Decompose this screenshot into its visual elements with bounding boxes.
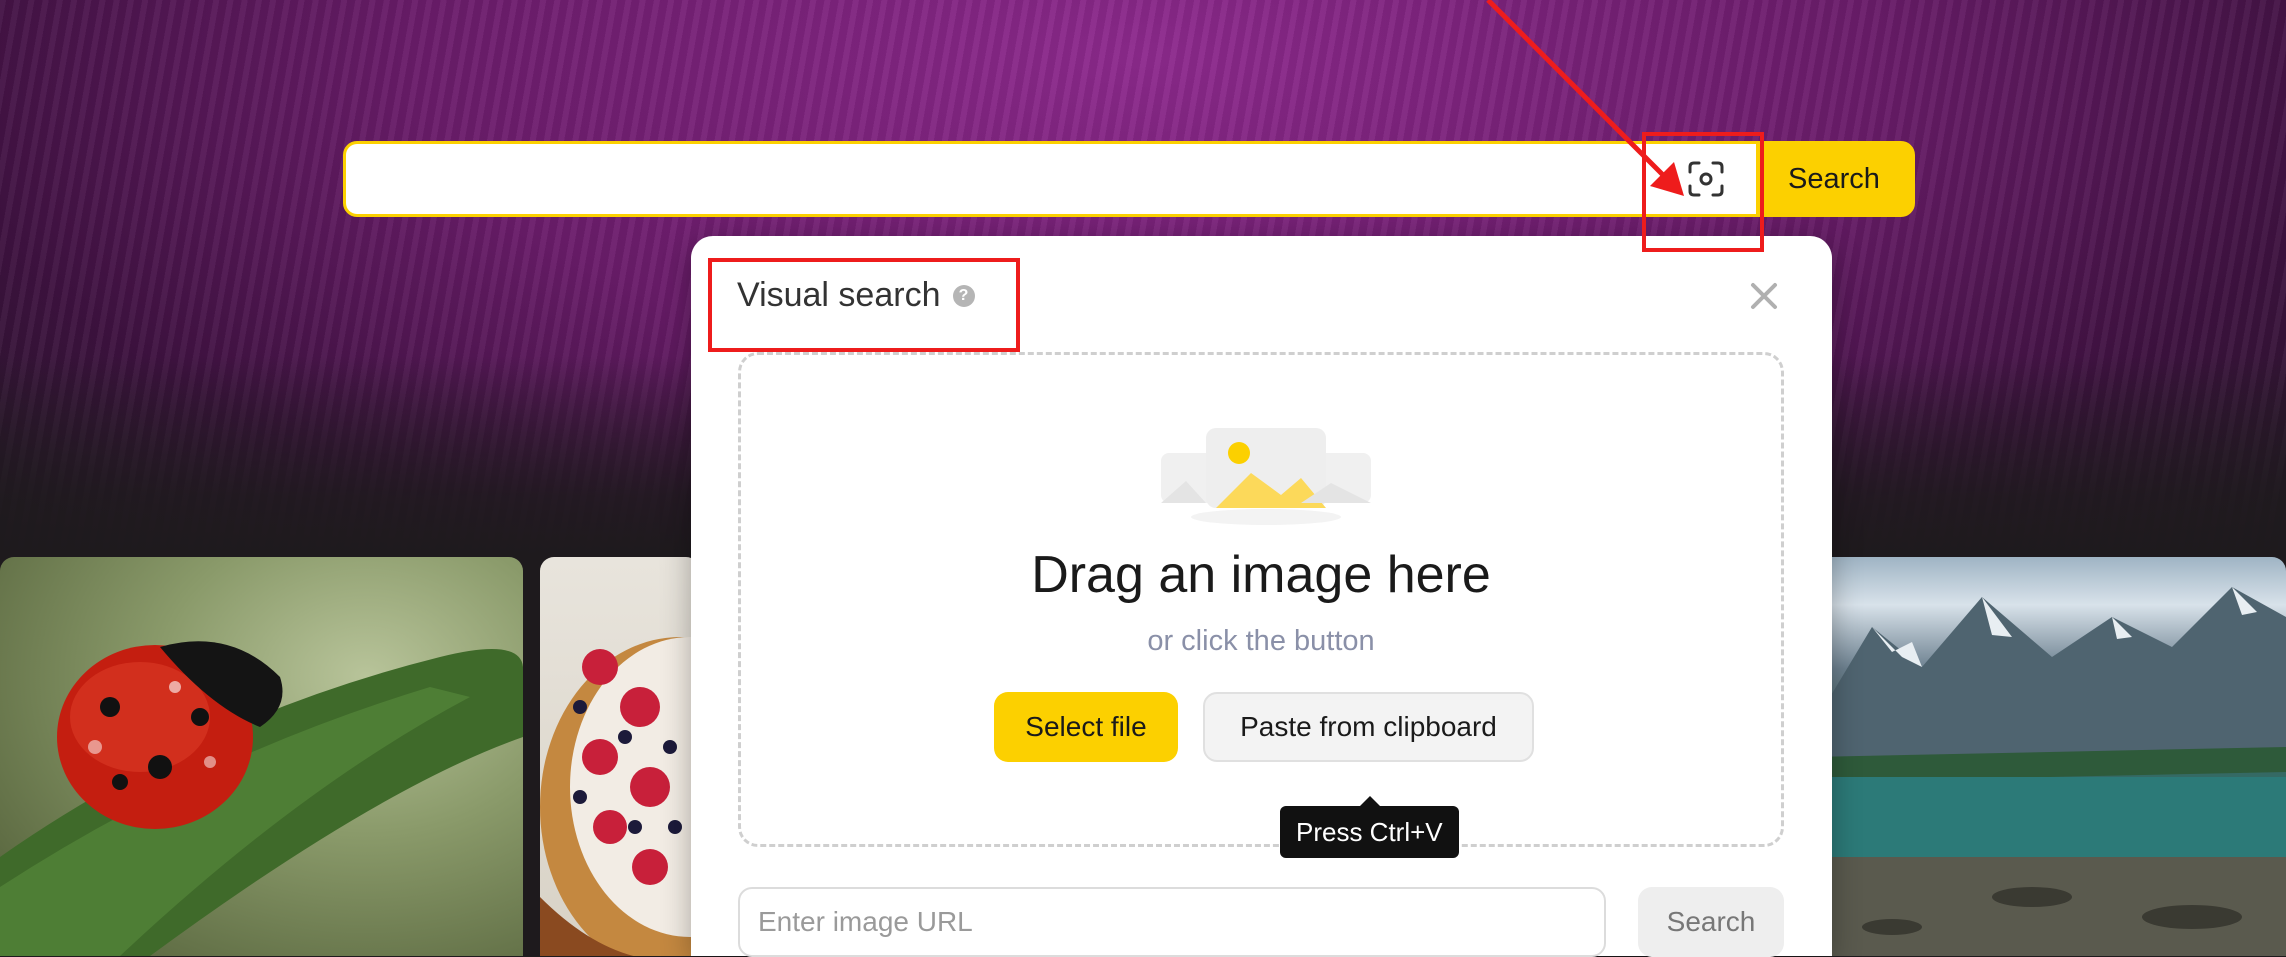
url-search-button[interactable]: Search (1638, 887, 1784, 957)
gallery-tile-mountain-lake[interactable] (1812, 557, 2286, 956)
image-dropzone[interactable]: Drag an image here or click the button S… (738, 352, 1784, 847)
annotation-box-camera (1642, 132, 1764, 252)
close-button[interactable] (1746, 278, 1782, 314)
dropzone-title: Drag an image here (1031, 546, 1491, 604)
berry-tart-image (540, 637, 700, 956)
select-file-button[interactable]: Select file (994, 692, 1178, 762)
search-input[interactable] (346, 144, 1656, 214)
close-icon (1751, 283, 1777, 309)
image-url-input[interactable] (738, 887, 1606, 957)
dropzone-subtitle: or click the button (1147, 625, 1375, 657)
image-placeholder-icon (1161, 428, 1371, 525)
gallery-tile-ladybug[interactable] (0, 557, 523, 956)
search-button[interactable]: Search (1756, 144, 1912, 214)
paste-from-clipboard-button[interactable]: Paste from clipboard (1203, 692, 1534, 762)
paste-tooltip: Press Ctrl+V (1280, 796, 1459, 858)
ladybug-image (0, 641, 523, 956)
gallery-tile-berry-tart[interactable] (540, 557, 700, 956)
annotation-box-title (708, 258, 1020, 352)
mountain-lake-image (1812, 587, 2286, 956)
